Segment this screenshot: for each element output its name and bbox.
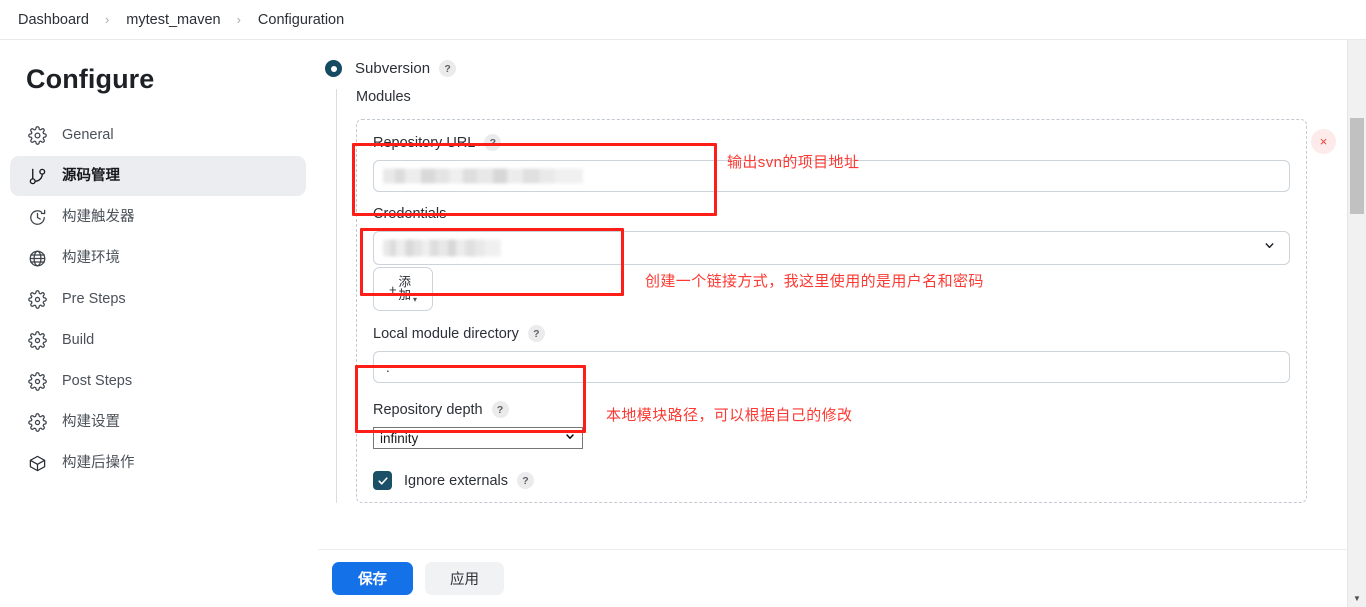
annotation-text-credentials: 创建一个链接方式，我这里使用的是用户名和密码: [645, 273, 984, 290]
sidebar-item-label: 构建环境: [62, 249, 120, 266]
scrollbar-thumb[interactable]: [1350, 118, 1364, 214]
local-module-directory-label-row: Local module directory ?: [373, 325, 1290, 342]
chevron-down-icon: [564, 431, 576, 446]
scm-config-panel: Subversion ? Modules × Repository URL ?: [318, 40, 1348, 607]
modules-title: Modules: [356, 89, 411, 105]
sidebar-item-label: 源码管理: [62, 167, 120, 184]
breadcrumb-separator-icon: ›: [104, 12, 110, 27]
breadcrumb: Dashboard › mytest_maven › Configuration: [0, 0, 1366, 40]
git-branch-icon: [26, 165, 48, 187]
help-icon-subversion[interactable]: ?: [439, 60, 457, 77]
gear-icon: [26, 370, 48, 392]
clock-icon: [26, 206, 48, 228]
add-credentials-label: 添 加: [398, 274, 412, 302]
sidebar-item-label: Build: [62, 331, 95, 348]
sidebar-item-build[interactable]: Build: [10, 320, 306, 360]
sidebar-item-general[interactable]: General: [10, 115, 306, 155]
radio-subversion-label: Subversion: [355, 60, 431, 77]
sidebar-item-label: Pre Steps: [62, 290, 126, 307]
annotation-text-local-module-directory: 本地模块路径，可以根据自己的修改: [606, 407, 853, 424]
repository-url-label: Repository URL: [373, 134, 476, 151]
breadcrumb-separator-icon: ›: [236, 12, 241, 27]
sidebar-item-post-build-actions[interactable]: 构建后操作: [10, 443, 306, 483]
repository-depth-label: Repository depth: [373, 401, 483, 418]
gear-icon: [26, 288, 48, 310]
sidebar-item-label: Post Steps: [62, 372, 133, 389]
sidebar-item-pre-steps[interactable]: Pre Steps: [10, 279, 306, 319]
repository-depth-value: infinity: [380, 430, 419, 446]
field-local-module-directory: Local module directory ?: [373, 325, 1290, 383]
sidebar-item-build-environment[interactable]: 构建环境: [10, 238, 306, 278]
scm-radio-row: Subversion ?: [325, 60, 1348, 77]
radio-subversion[interactable]: [325, 60, 342, 77]
help-icon-repository-url[interactable]: ?: [484, 134, 502, 151]
sidebar-item-build-triggers[interactable]: 构建触发器: [10, 197, 306, 237]
add-label-line1: 添: [398, 274, 412, 289]
repository-depth-select[interactable]: infinity: [373, 427, 583, 449]
caret-down-icon: ▾: [413, 295, 418, 304]
credentials-select-wrap: [373, 231, 1290, 265]
help-icon-local-module-directory[interactable]: ?: [527, 325, 545, 342]
page-title: Configure: [26, 64, 155, 94]
repository-url-label-row: Repository URL ?: [373, 134, 1290, 151]
save-button[interactable]: 保存: [332, 562, 413, 595]
sidebar-nav-list: General 源码管理 构建触发器 构建环境 Pre Steps Build …: [0, 115, 318, 483]
local-module-directory-label: Local module directory: [373, 325, 519, 342]
vertical-scrollbar[interactable]: ▼: [1348, 40, 1366, 607]
sidebar-item-label: 构建设置: [62, 413, 120, 430]
sidebar-item-label: 构建后操作: [62, 454, 135, 471]
local-module-directory-input[interactable]: [373, 351, 1290, 383]
sidebar-item-post-steps[interactable]: Post Steps: [10, 361, 306, 401]
sidebar-item-label: 构建触发器: [62, 208, 135, 225]
add-credentials-button[interactable]: + 添 加 ▾: [373, 267, 433, 311]
ignore-externals-label: Ignore externals: [404, 472, 508, 489]
form-footer: 保存 应用: [318, 549, 1348, 607]
help-icon-repository-depth[interactable]: ?: [491, 401, 509, 418]
sidebar-item-label: General: [62, 126, 114, 143]
apply-button[interactable]: 应用: [425, 562, 504, 595]
chevron-down-icon: [1263, 239, 1276, 257]
delete-module-button[interactable]: ×: [1311, 129, 1336, 154]
field-credentials: Credentials + 添 加 ▾: [373, 206, 1290, 311]
credentials-select[interactable]: [373, 231, 1290, 265]
sidebar-item-source-code-management[interactable]: 源码管理: [10, 156, 306, 196]
package-icon: [26, 452, 48, 474]
gear-icon: [26, 329, 48, 351]
help-icon-ignore-externals[interactable]: ?: [516, 472, 534, 489]
credentials-label: Credentials: [373, 206, 447, 222]
credentials-label-row: Credentials: [373, 206, 1290, 222]
gear-icon: [26, 124, 48, 146]
row-ignore-externals: Ignore externals ?: [373, 471, 1290, 490]
plus-icon: +: [388, 281, 397, 297]
scroll-down-arrow-icon[interactable]: ▼: [1348, 590, 1366, 607]
gear-icon: [26, 411, 48, 433]
add-label-line2: 加: [398, 288, 412, 302]
sidebar: Configure General 源码管理 构建触发器 构建环境 Pre St…: [0, 40, 318, 607]
breadcrumb-item-project[interactable]: mytest_maven: [122, 10, 224, 30]
breadcrumb-item-configuration[interactable]: Configuration: [254, 10, 348, 30]
checkbox-ignore-externals[interactable]: [373, 471, 392, 490]
sidebar-item-build-settings[interactable]: 构建设置: [10, 402, 306, 442]
annotation-text-repository-url: 输出svn的项目地址: [727, 154, 860, 171]
breadcrumb-item-dashboard[interactable]: Dashboard: [14, 10, 93, 30]
module-card: × Repository URL ? Credentials + 添 加 ▾ L…: [356, 119, 1336, 503]
globe-icon: [26, 247, 48, 269]
